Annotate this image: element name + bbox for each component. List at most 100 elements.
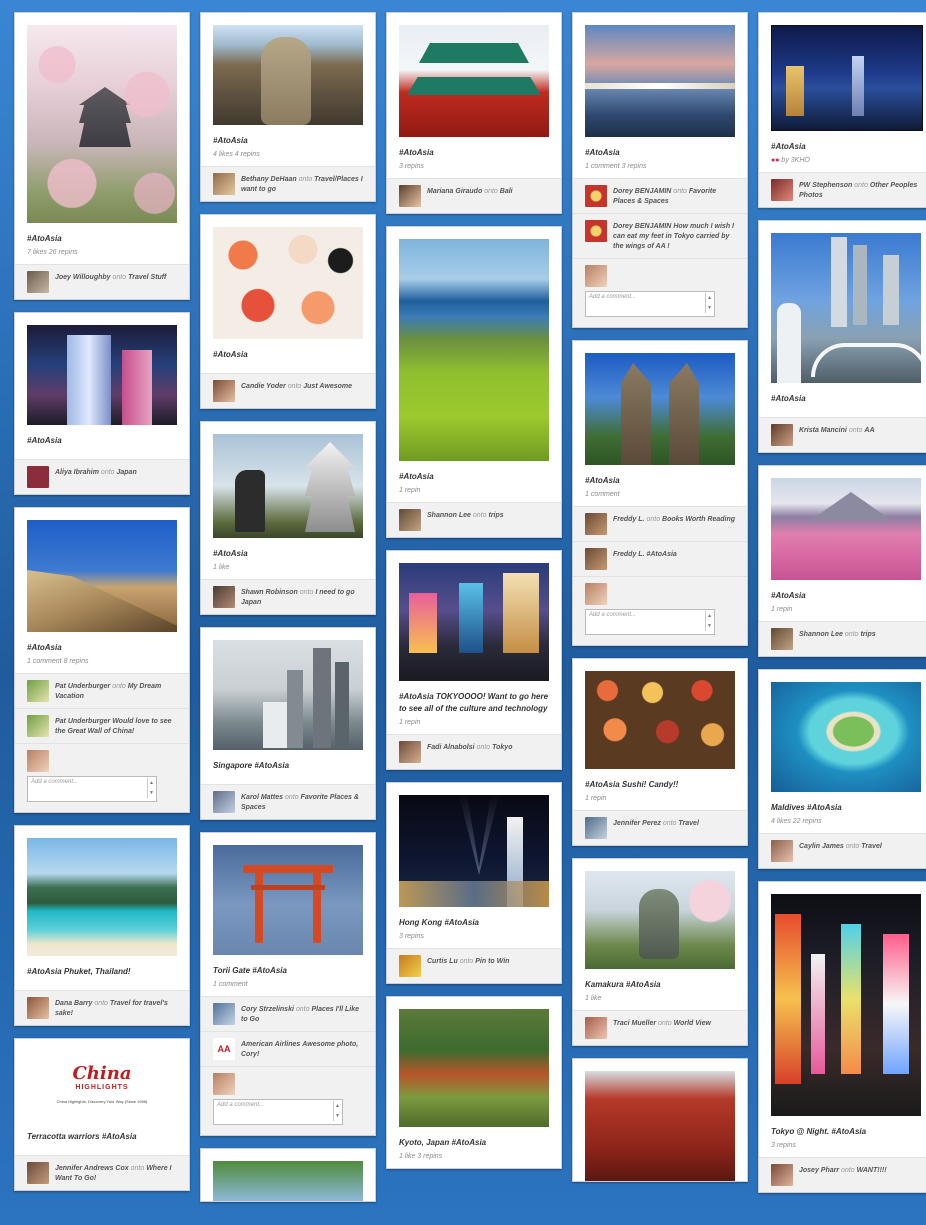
avatar[interactable] <box>27 1162 49 1184</box>
board-name[interactable]: AA <box>864 427 874 434</box>
avatar[interactable] <box>585 220 607 242</box>
avatar[interactable] <box>585 513 607 535</box>
pin-attribution[interactable]: Karol Mattes onto Favorite Places & Spac… <box>201 784 375 819</box>
board-name[interactable]: Just Awesome <box>303 383 352 390</box>
pin-image-kamakura-buddha[interactable] <box>585 871 735 969</box>
avatar[interactable] <box>771 840 793 862</box>
pin-image-tokyo-night-street[interactable] <box>771 894 921 1116</box>
comment-resize-handle[interactable]: ▲ ▼ <box>705 611 713 631</box>
pinner-name[interactable]: Karol Mattes <box>241 794 283 801</box>
comment-input[interactable]: Add a comment... ▲ ▼ <box>213 1099 343 1125</box>
pin-image-fuji-flowers[interactable] <box>771 478 921 580</box>
avatar[interactable] <box>771 628 793 650</box>
pinner-name[interactable]: Bethany DeHaan <box>241 176 297 183</box>
pin-image-hong-kong-harbor[interactable] <box>771 25 923 131</box>
pin-attribution[interactable]: Bethany DeHaan onto Travel/Places I want… <box>201 166 375 201</box>
board-name[interactable]: Travel Stuff <box>128 274 166 281</box>
pin-image-partial[interactable] <box>213 1161 363 1201</box>
board-name[interactable]: Travel <box>678 820 699 827</box>
commenter-name[interactable]: Pat Underburger <box>55 718 110 725</box>
pinner-name[interactable]: Shawn Robinson <box>241 589 298 596</box>
pinner-name[interactable]: Jennifer Andrews Cox <box>55 1165 129 1172</box>
pin-attribution[interactable]: Krista Mancini onto AA <box>759 417 926 452</box>
pin-card[interactable]: #AtoAsia 4 likes 4 repins Bethany DeHaan… <box>200 12 376 202</box>
avatar[interactable] <box>771 179 793 201</box>
pin-card[interactable]: #AtoAsia 3 repins Mariana Giraudo onto B… <box>386 12 562 214</box>
avatar[interactable] <box>213 791 235 813</box>
board-name[interactable]: trips <box>860 631 875 638</box>
avatar[interactable] <box>399 185 421 207</box>
pin-image-hong-kong-night[interactable] <box>399 795 549 907</box>
avatar[interactable] <box>399 955 421 977</box>
pinner-name[interactable]: Pat Underburger <box>55 683 110 690</box>
board-name[interactable]: Travel <box>861 843 882 850</box>
pin-image-tokyo-bay[interactable] <box>585 25 735 137</box>
comment-input[interactable]: Add a comment... ▲ ▼ <box>585 291 715 317</box>
avatar[interactable] <box>213 586 235 608</box>
pinner-name[interactable]: Aliya Ibrahim <box>55 469 99 476</box>
board-name[interactable]: Pin to Win <box>475 958 509 965</box>
avatar[interactable] <box>213 380 235 402</box>
pin-image-torii-gate[interactable] <box>213 845 363 955</box>
comment-input[interactable]: Add a comment... ▲ ▼ <box>585 609 715 635</box>
pin-image-tokyo-shibuya[interactable] <box>399 563 549 681</box>
pin-card[interactable] <box>572 1058 748 1182</box>
pin-image-red-temple[interactable] <box>399 25 549 137</box>
pin-image-stone-buddha[interactable] <box>213 25 363 125</box>
avatar[interactable] <box>771 1164 793 1186</box>
pinner-name[interactable]: Cory Strzelinski <box>241 1006 294 1013</box>
pin-card[interactable]: #AtoAsia Aliya Ibrahim onto Japan <box>14 312 190 495</box>
avatar[interactable] <box>585 185 607 207</box>
pin-image-bali-gate[interactable] <box>585 353 735 465</box>
pin-attribution[interactable]: Jennifer Perez onto Travel <box>573 810 747 845</box>
pinner-name[interactable]: Jennifer Perez <box>613 820 661 827</box>
avatar[interactable] <box>27 997 49 1019</box>
pin-attribution[interactable]: Joey Willoughby onto Travel Stuff <box>15 264 189 299</box>
avatar[interactable] <box>399 509 421 531</box>
pinner-name[interactable]: Curtis Lu <box>427 958 458 965</box>
pin-attribution[interactable]: Josey Pharr onto WANT!!!! <box>759 1157 926 1192</box>
pin-attribution[interactable]: Mariana Giraudo onto Bali <box>387 178 561 213</box>
commenter-name[interactable]: American Airlines <box>241 1041 300 1048</box>
avatar[interactable] <box>213 1003 235 1025</box>
pin-attribution[interactable]: Dana Barry onto Travel for travel's sake… <box>15 990 189 1025</box>
board-name[interactable]: Bali <box>500 188 513 195</box>
pin-image-singapore-skyline[interactable] <box>213 640 363 750</box>
pin-card[interactable]: #AtoAsia Sushi! Candy!! 1 repin Jennifer… <box>572 658 748 846</box>
pin-card[interactable] <box>200 1148 376 1202</box>
avatar[interactable] <box>585 548 607 570</box>
avatar[interactable] <box>213 173 235 195</box>
pin-card[interactable]: #AtoAsia 1 repin Shannon Lee onto trips <box>758 465 926 657</box>
source-label[interactable]: by 3KHO <box>781 157 809 164</box>
pinner-name[interactable]: Josey Pharr <box>799 1167 839 1174</box>
pin-card[interactable]: #AtoAsia TOKYOOOO! Want to go here to se… <box>386 550 562 770</box>
pin-attribution[interactable]: Shannon Lee onto trips <box>387 502 561 537</box>
comment-resize-handle[interactable]: ▲ ▼ <box>333 1101 341 1121</box>
pin-attribution[interactable]: Cory Strzelinski onto Places I'll Like t… <box>201 996 375 1031</box>
pin-card[interactable]: #AtoAsia Phuket, Thailand! Dana Barry on… <box>14 825 190 1026</box>
pin-attribution[interactable]: PW Stephenson onto Other Peoples Photos <box>759 172 926 207</box>
avatar[interactable] <box>27 680 49 702</box>
pinner-name[interactable]: Dana Barry <box>55 1000 92 1007</box>
pinner-name[interactable]: Traci Mueller <box>613 1020 656 1027</box>
pinner-name[interactable]: Candie Yoder <box>241 383 286 390</box>
pin-attribution[interactable]: Shawn Robinson onto I need to go Japan <box>201 579 375 614</box>
pin-attribution[interactable]: Curtis Lu onto Pin to Win <box>387 948 561 983</box>
pin-attribution[interactable]: Pat Underburger onto My Dream Vacation <box>15 673 189 708</box>
pin-attribution[interactable]: Fadi Alnabolsi onto Tokyo <box>387 734 561 769</box>
avatar[interactable] <box>771 424 793 446</box>
pinner-name[interactable]: PW Stephenson <box>799 182 852 189</box>
pin-image-asakusa-temple[interactable] <box>585 1071 735 1181</box>
pin-image-kyoto-garden[interactable] <box>399 1009 549 1127</box>
pinner-name[interactable]: Mariana Giraudo <box>427 188 482 195</box>
pinner-name[interactable]: Shannon Lee <box>427 512 471 519</box>
pin-card[interactable]: Tokyo @ Night. #AtoAsia 3 repins Josey P… <box>758 881 926 1193</box>
pin-image-phuket-beach[interactable] <box>27 838 177 956</box>
commenter-name[interactable]: Dorey BENJAMIN <box>613 223 671 230</box>
pin-image-great-wall[interactable] <box>27 520 177 632</box>
pin-attribution[interactable]: Traci Mueller onto World View <box>573 1010 747 1045</box>
pin-card[interactable]: #AtoAsia 1 comment 8 repins Pat Underbur… <box>14 507 190 813</box>
pin-image-godzilla-castle[interactable] <box>213 434 363 538</box>
board-name[interactable]: World View <box>674 1020 711 1027</box>
pin-attribution[interactable]: Jennifer Andrews Cox onto Where I Want T… <box>15 1155 189 1190</box>
